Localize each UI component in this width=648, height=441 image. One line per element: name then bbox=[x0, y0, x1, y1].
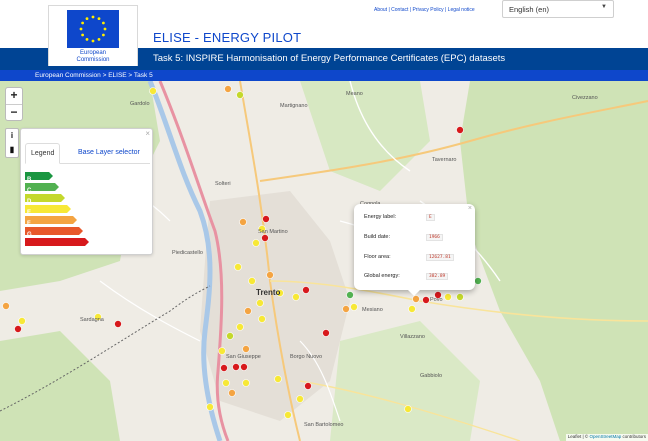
link-privacy-policy[interactable]: Privacy Policy bbox=[412, 7, 443, 13]
zoom-control: + − bbox=[5, 87, 23, 121]
place-label: Povo bbox=[430, 297, 443, 303]
popup-value-build-date: 1966 bbox=[426, 234, 443, 241]
energy-class-label: A bbox=[27, 166, 32, 172]
place-label: San Martino bbox=[258, 229, 288, 235]
popup-value-energy: E bbox=[426, 214, 435, 221]
logo-text: European Commission bbox=[49, 50, 137, 64]
breadcrumb-elise[interactable]: ELISE bbox=[108, 72, 126, 79]
popup-label-build-date: Build date: bbox=[364, 234, 390, 240]
energy-class-bar: A bbox=[25, 166, 54, 180]
map-attribution: Leaflet | © OpenStreetMap contributors bbox=[565, 434, 648, 441]
place-label: Villazzano bbox=[400, 334, 425, 340]
eu-flag-icon bbox=[67, 10, 119, 48]
language-select[interactable]: English (en) ▼ bbox=[502, 0, 614, 18]
european-commission-logo[interactable]: European Commission bbox=[48, 5, 138, 66]
legend-tabs: Legend Base Layer selector bbox=[25, 143, 150, 164]
map-tools: i ▮ bbox=[5, 128, 19, 158]
place-label: Mesiano bbox=[362, 307, 383, 313]
logo-text-line1: European bbox=[79, 50, 107, 56]
popup-label-energy: Energy label: bbox=[364, 214, 397, 220]
place-label: Martignano bbox=[280, 103, 308, 109]
tab-base-layer-selector[interactable]: Base Layer selector bbox=[73, 143, 145, 162]
book-icon[interactable]: ▮ bbox=[6, 143, 18, 156]
place-label: Borgo Nuovo bbox=[290, 354, 323, 360]
zoom-in-button[interactable]: + bbox=[6, 88, 22, 104]
place-label: Gabbiolo bbox=[420, 373, 443, 379]
place-label: San Giuseppe bbox=[226, 354, 261, 360]
breadcrumb-european-commission[interactable]: European Commission bbox=[35, 72, 101, 79]
energy-class-label: D bbox=[27, 199, 32, 205]
energy-class-label: E bbox=[27, 210, 32, 216]
energy-class-arrow bbox=[25, 238, 89, 246]
place-label: Solteri bbox=[215, 181, 231, 187]
attribution-osm-link[interactable]: OpenStreetMap bbox=[589, 434, 621, 439]
close-icon[interactable]: × bbox=[145, 129, 150, 138]
link-about[interactable]: About bbox=[374, 7, 387, 13]
place-label: Piedicastello bbox=[172, 250, 203, 256]
breadcrumb-task5: Task 5 bbox=[133, 72, 153, 79]
close-icon[interactable]: × bbox=[468, 205, 472, 212]
energy-class-label: C bbox=[27, 188, 32, 194]
zoom-out-button[interactable]: − bbox=[6, 104, 22, 121]
energy-class-label: B bbox=[27, 177, 32, 183]
language-value: English (en) bbox=[509, 5, 550, 14]
place-label: Sardagna bbox=[80, 317, 104, 323]
place-label: Tavernaro bbox=[432, 157, 457, 163]
place-label: Trento bbox=[256, 288, 281, 297]
info-icon[interactable]: i bbox=[6, 129, 18, 142]
energy-class-bar: E bbox=[25, 210, 78, 224]
breadcrumb: European Commission > ELISE > Task 5 bbox=[35, 72, 153, 79]
energy-class-bar: B bbox=[25, 177, 60, 191]
page-title: Task 5: INSPIRE Harmonisation of Energy … bbox=[153, 53, 506, 64]
popup-value-global-energy: 382.89 bbox=[426, 273, 449, 280]
energy-class-bar: D bbox=[25, 199, 72, 213]
page-header: European Commission About | Contact | Pr… bbox=[0, 0, 648, 66]
place-label: Meano bbox=[346, 91, 363, 97]
energy-class-label: G bbox=[27, 232, 32, 238]
link-contact[interactable]: Contact bbox=[391, 7, 408, 13]
energy-class-bar: C bbox=[25, 188, 66, 202]
energy-class-bar: F bbox=[25, 221, 84, 235]
place-label: Gardolo bbox=[130, 101, 150, 107]
tab-legend[interactable]: Legend bbox=[25, 143, 61, 164]
top-links: About | Contact | Privacy Policy | Legal… bbox=[374, 7, 475, 13]
energy-class-bar: G bbox=[25, 232, 90, 246]
attribution-text: Leaflet | © bbox=[567, 434, 590, 439]
link-legal-notice[interactable]: Legal notice bbox=[448, 7, 475, 13]
popup-label-floor-area: Floor area: bbox=[364, 254, 391, 260]
place-label: Civezzano bbox=[572, 95, 598, 101]
popup-value-floor-area: 12627.81 bbox=[426, 254, 454, 261]
energy-class-label: F bbox=[27, 221, 31, 227]
legend-panel: × Legend Base Layer selector ABCDEFG bbox=[20, 128, 153, 255]
feature-popup: × Energy label: E Build date: 1966 Floor… bbox=[354, 204, 475, 296]
popup-label-global-energy: Global energy: bbox=[364, 273, 400, 279]
logo-text-line2: Commission bbox=[76, 57, 110, 63]
caret-down-icon: ▼ bbox=[601, 4, 607, 10]
attribution-suffix: contributors bbox=[621, 434, 646, 439]
place-label: San Bartolomeo bbox=[304, 422, 344, 428]
app-title: ELISE - ENERGY PILOT bbox=[153, 30, 302, 45]
